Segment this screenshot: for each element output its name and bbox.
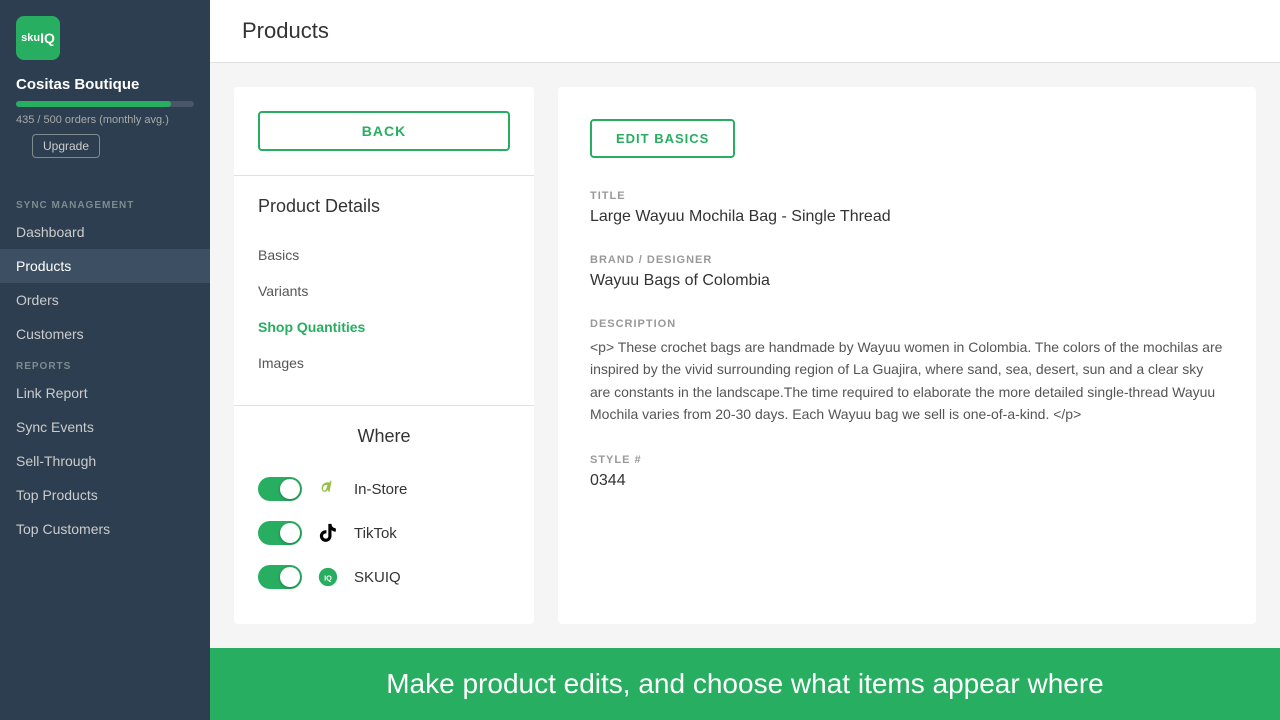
sidebar-item-sync-events[interactable]: Sync Events (0, 410, 210, 444)
in-store-toggle-knob (280, 479, 300, 499)
logo-badge: skuIQ (16, 16, 60, 60)
sidebar-item-orders[interactable]: Orders (0, 283, 210, 317)
shopify-icon (314, 475, 342, 503)
page-title: Products (242, 18, 329, 43)
nav-variants[interactable]: Variants (258, 273, 510, 309)
usage-text: 435 / 500 orders (monthly avg.) (0, 111, 210, 134)
style-label: STYLE # (590, 454, 1224, 466)
nav-basics[interactable]: Basics (258, 237, 510, 273)
tiktok-toggle[interactable] (258, 521, 302, 545)
brand-value: Wayuu Bags of Colombia (590, 272, 1224, 290)
usage-bar-background (16, 101, 194, 107)
nav-shop-quantities[interactable]: Shop Quantities (258, 309, 510, 345)
in-store-toggle[interactable] (258, 477, 302, 501)
sidebar: skuIQ Cositas Boutique 435 / 500 orders … (0, 0, 210, 720)
skuiq-label: SKUIQ (354, 569, 401, 586)
logo-area: skuIQ (0, 0, 210, 72)
tiktok-toggle-knob (280, 523, 300, 543)
store-name: Cositas Boutique (0, 72, 210, 101)
sidebar-item-link-report[interactable]: Link Report (0, 376, 210, 410)
sidebar-item-dashboard[interactable]: Dashboard (0, 215, 210, 249)
channel-tiktok: TikTok (258, 511, 510, 555)
right-panel: EDIT BASICS TITLE Large Wayuu Mochila Ba… (558, 87, 1256, 624)
title-value: Large Wayuu Mochila Bag - Single Thread (590, 208, 1224, 226)
sidebar-item-customers[interactable]: Customers (0, 317, 210, 351)
title-label: TITLE (590, 190, 1224, 202)
usage-bar-fill (16, 101, 171, 107)
sidebar-item-top-customers[interactable]: Top Customers (0, 512, 210, 546)
sync-management-label: SYNC MANAGEMENT (0, 190, 210, 215)
reports-label: REPORTS (0, 351, 210, 376)
edit-basics-button[interactable]: EDIT BASICS (590, 119, 735, 158)
bottom-bar-text: Make product edits, and choose what item… (386, 668, 1104, 699)
skuiq-channel-icon: IQ (314, 563, 342, 591)
back-button[interactable]: BACK (258, 111, 510, 151)
description-value: <p> These crochet bags are handmade by W… (590, 336, 1224, 426)
where-divider (234, 405, 534, 406)
topbar: Products (210, 0, 1280, 63)
channel-in-store: In-Store (258, 467, 510, 511)
svg-text:IQ: IQ (324, 574, 332, 583)
logo-iq: IQ (40, 30, 55, 46)
nav-images[interactable]: Images (258, 345, 510, 381)
content-area: BACK Product Details Basics Variants Sho… (210, 63, 1280, 648)
field-description: DESCRIPTION <p> These crochet bags are h… (590, 318, 1224, 426)
product-details-title: Product Details (258, 196, 510, 217)
tiktok-label: TikTok (354, 525, 397, 542)
channel-skuiq: IQ SKUIQ (258, 555, 510, 599)
sidebar-item-top-products[interactable]: Top Products (0, 478, 210, 512)
usage-bar-container (0, 101, 210, 111)
style-value: 0344 (590, 472, 1224, 490)
skuiq-toggle[interactable] (258, 565, 302, 589)
where-title: Where (258, 426, 510, 447)
where-section: Where In-Store TikTok (258, 405, 510, 599)
divider-1 (234, 175, 534, 176)
left-panel: BACK Product Details Basics Variants Sho… (234, 87, 534, 624)
tiktok-icon (314, 519, 342, 547)
in-store-label: In-Store (354, 481, 407, 498)
description-label: DESCRIPTION (590, 318, 1224, 330)
sidebar-item-products[interactable]: Products (0, 249, 210, 283)
brand-label: BRAND / DESIGNER (590, 254, 1224, 266)
sidebar-item-sell-through[interactable]: Sell-Through (0, 444, 210, 478)
skuiq-toggle-knob (280, 567, 300, 587)
field-title: TITLE Large Wayuu Mochila Bag - Single T… (590, 190, 1224, 226)
field-style: STYLE # 0344 (590, 454, 1224, 490)
field-brand: BRAND / DESIGNER Wayuu Bags of Colombia (590, 254, 1224, 290)
upgrade-button[interactable]: Upgrade (32, 134, 100, 158)
bottom-bar: Make product edits, and choose what item… (210, 648, 1280, 720)
logo-prefix: sku (21, 32, 40, 44)
